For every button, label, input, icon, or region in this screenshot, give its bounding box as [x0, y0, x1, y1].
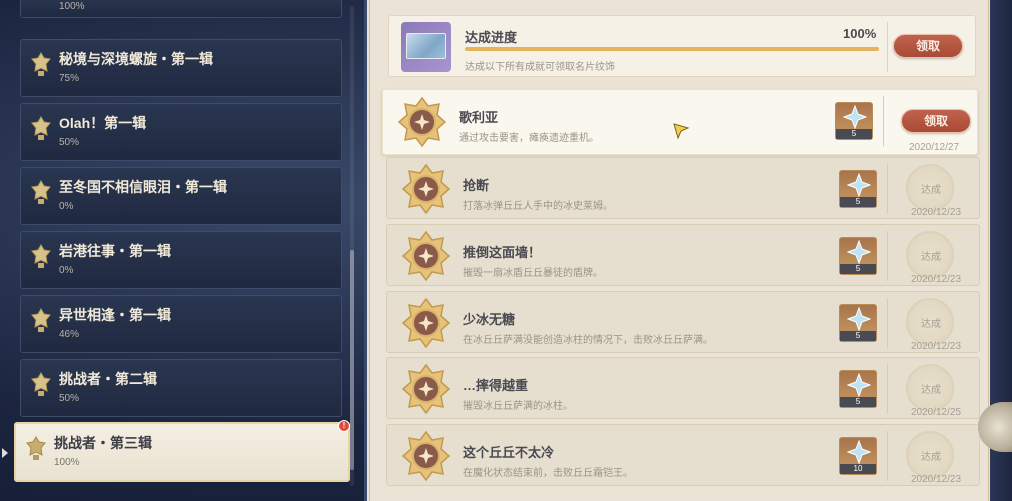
- achievement-title: …摔得越重: [463, 378, 529, 393]
- reward-item: 10: [839, 437, 877, 475]
- category-progress: 0%: [59, 265, 74, 276]
- trophy-icon: [26, 436, 46, 460]
- achievement-description: 摧毁一扇冰盾丘丘暴徒的盾牌。: [463, 268, 603, 279]
- category-progress: 50%: [59, 393, 80, 404]
- achievement-medal-icon: [401, 297, 451, 349]
- achievement-medal-icon: [401, 163, 451, 215]
- primogem-icon: [846, 239, 872, 265]
- reward-count: 5: [836, 129, 872, 139]
- achievement-date: 2020/12/25: [910, 407, 962, 418]
- completed-label: 达成: [921, 252, 941, 263]
- category-item-3[interactable]: 至冬国不相信眼泪・第一辑 0%: [20, 167, 342, 225]
- category-title: 挑战者・第二辑: [59, 371, 157, 387]
- scrollbar-thumb[interactable]: [350, 250, 354, 470]
- achievement-date: 2020/12/23: [910, 274, 962, 285]
- category-item-2[interactable]: Olah！第一辑 50%: [20, 103, 342, 161]
- achievement-row[interactable]: …摔得越重摧毁冰丘丘萨满的冰柱。 5 达成 2020/12/25: [386, 357, 980, 419]
- reward-count: 5: [840, 397, 876, 407]
- category-progress: 50%: [59, 137, 80, 148]
- category-title: 至冬国不相信眼泪・第一辑: [59, 179, 227, 195]
- category-progress: 0%: [59, 201, 74, 212]
- trophy-icon: [31, 244, 51, 268]
- category-item-1[interactable]: 秘境与深境螺旋・第一辑 75%: [20, 39, 342, 97]
- achievement-description: 在冰丘丘萨满没能创造冰柱的情况下，击败冰丘丘萨满。: [463, 335, 713, 346]
- completion-summary: 达成进度 100% 达成以下所有成就可领取名片纹饰 领取: [388, 15, 976, 77]
- reward-item: 5: [839, 304, 877, 342]
- achievement-row[interactable]: 这个丘丘不太冷在魔化状态结束前，击败丘丘霜铠王。 10 达成 2020/12/23: [386, 424, 980, 486]
- achievement-medal-icon: [401, 430, 451, 482]
- trophy-icon: [31, 52, 51, 76]
- primogem-icon: [842, 104, 868, 130]
- achievement-title: 少冰无糖: [463, 312, 516, 327]
- summary-percent: 100%: [843, 26, 877, 41]
- claim-reward-button[interactable]: 领取: [901, 109, 971, 133]
- achievement-row[interactable]: 少冰无糖在冰丘丘萨满没能创造冰柱的情况下，击败冰丘丘萨满。 5 达成 2020/12/…: [386, 291, 980, 353]
- achievement-medal-icon: [397, 96, 447, 148]
- primogem-icon: [846, 306, 872, 332]
- selected-arrow-icon: [2, 448, 8, 458]
- category-item-5[interactable]: 异世相逢・第一辑 46%: [20, 295, 342, 353]
- reward-item: 5: [835, 102, 873, 140]
- achievement-description: 通过攻击要害，瘫痪遗迹重机。: [459, 133, 599, 144]
- completed-label: 达成: [921, 185, 941, 196]
- reward-item: 5: [839, 370, 877, 408]
- primogem-icon: [846, 172, 872, 198]
- trophy-icon: [31, 116, 51, 140]
- category-progress: 100%: [59, 1, 85, 12]
- category-item-7-selected[interactable]: 挑战者・第三辑 100% !: [14, 420, 350, 482]
- new-badge: !: [338, 420, 350, 432]
- category-item-0[interactable]: 100%: [20, 0, 342, 18]
- achievement-date: 2020/12/23: [910, 341, 962, 352]
- achievement-title: 歌利亚: [459, 110, 499, 125]
- category-item-4[interactable]: 岩港往事・第一辑 0%: [20, 231, 342, 289]
- category-item-6[interactable]: 挑战者・第二辑 50%: [20, 359, 342, 417]
- completed-label: 达成: [921, 385, 941, 396]
- reward-count: 5: [840, 264, 876, 274]
- category-title: 挑战者・第三辑: [54, 435, 152, 451]
- claim-namecard-button[interactable]: 领取: [893, 34, 963, 58]
- category-list: 100% 秘境与深境螺旋・第一辑 75% Olah！第一辑 50% 至冬国不相信…: [0, 0, 360, 501]
- achievement-title: 这个丘丘不太冷: [463, 445, 555, 460]
- category-title: 岩港往事・第一辑: [59, 243, 171, 259]
- achievement-row[interactable]: 抢断打落冰弹丘丘人手中的冰史莱姆。 5 达成 2020/12/23: [386, 157, 980, 219]
- category-progress: 75%: [59, 73, 80, 84]
- pointer-cursor-icon: [673, 123, 690, 140]
- reward-count: 5: [840, 331, 876, 341]
- reward-count: 10: [840, 464, 876, 474]
- achievement-description: 摧毁冰丘丘萨满的冰柱。: [463, 401, 573, 412]
- summary-title: 达成进度: [465, 30, 518, 45]
- primogem-icon: [846, 439, 872, 465]
- trophy-icon: [31, 372, 51, 396]
- completed-label: 达成: [921, 319, 941, 330]
- reward-item: 5: [839, 170, 877, 208]
- achievement-date: 2020/12/27: [908, 142, 960, 153]
- achievement-row[interactable]: 推倒这面墙！ 摧毁一扇冰盾丘丘暴徒的盾牌。 5 达成 2020/12/23: [386, 224, 980, 286]
- summary-progress-bar: [465, 47, 879, 51]
- achievement-date: 2020/12/23: [910, 207, 962, 218]
- achievement-description: 在魔化状态结束前，击败丘丘霜铠王。: [463, 468, 633, 479]
- namecard-icon: [401, 22, 451, 72]
- summary-progress-fill: [465, 47, 879, 51]
- trophy-icon: [31, 308, 51, 332]
- category-progress: 46%: [59, 329, 80, 340]
- achievement-medal-icon: [401, 363, 451, 415]
- achievement-title: 抢断: [463, 178, 490, 193]
- category-title: 秘境与深境螺旋・第一辑: [59, 51, 213, 67]
- reward-count: 5: [840, 197, 876, 207]
- category-progress: 100%: [54, 457, 80, 468]
- achievement-medal-icon: [401, 230, 451, 282]
- primogem-icon: [846, 372, 872, 398]
- achievement-date: 2020/12/23: [910, 474, 962, 485]
- category-title: Olah！第一辑: [59, 115, 147, 131]
- summary-description: 达成以下所有成就可领取名片纹饰: [465, 62, 615, 73]
- reward-item: 5: [839, 237, 877, 275]
- completed-label: 达成: [921, 452, 941, 463]
- achievement-title: 推倒这面墙！: [463, 245, 542, 260]
- category-title: 异世相逢・第一辑: [59, 307, 171, 323]
- trophy-icon: [31, 180, 51, 204]
- achievement-description: 打落冰弹丘丘人手中的冰史莱姆。: [463, 201, 613, 212]
